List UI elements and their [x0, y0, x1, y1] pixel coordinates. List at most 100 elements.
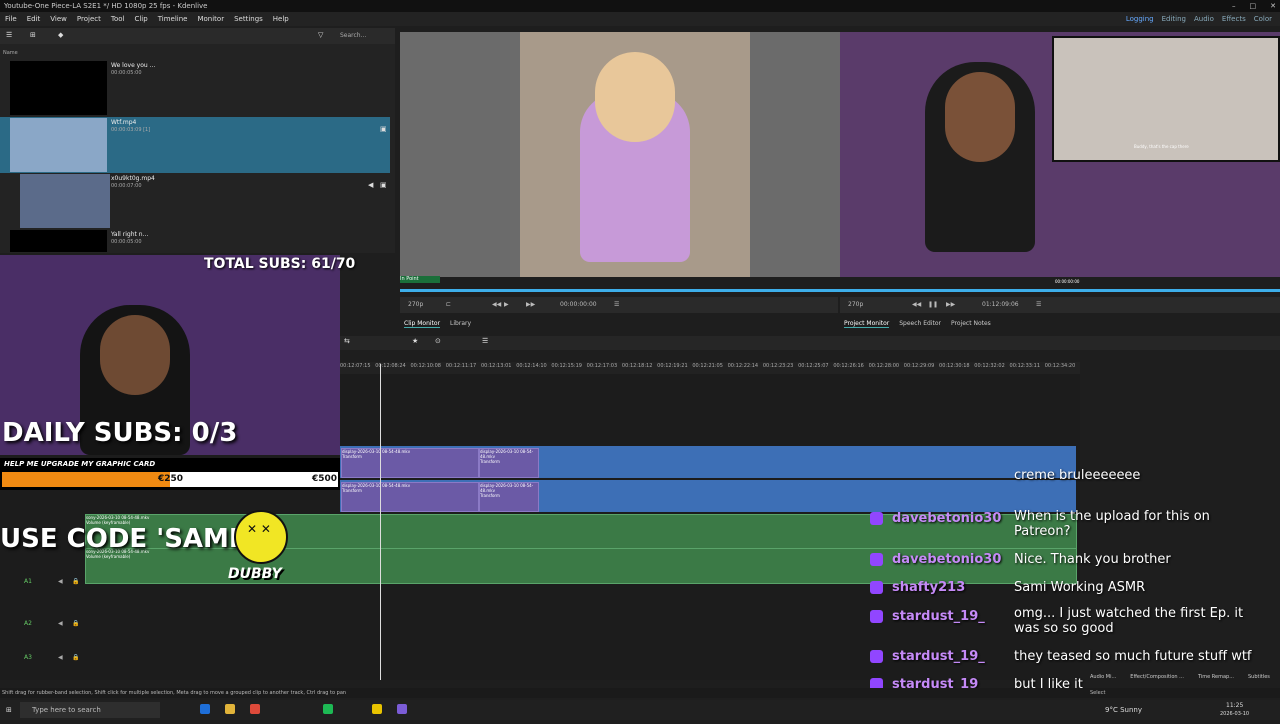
forward-icon[interactable]: ▶▶	[526, 297, 535, 313]
bin-search-input[interactable]: Search...	[340, 32, 366, 39]
bin-clip[interactable]: We love you ... 00:00:05:00	[0, 60, 390, 116]
track-label: A2	[24, 620, 32, 627]
add-clip-icon[interactable]: ⊞	[30, 31, 36, 39]
clip-name: We love you ...	[111, 62, 156, 69]
lock-icon[interactable]: 🔒	[72, 578, 79, 585]
ruler-tick-label: 00:12:07:15	[340, 363, 371, 369]
kdenlive-icon[interactable]	[397, 704, 407, 714]
tab-effect-composition[interactable]: Effect/Composition ...	[1130, 674, 1184, 680]
start-icon[interactable]: ⊞	[6, 700, 12, 720]
tab-speech-editor[interactable]: Speech Editor	[899, 320, 941, 328]
video-clip[interactable]: display-2026-03-10 08-54-48.mkv Transform	[479, 482, 539, 512]
chrome-icon[interactable]	[250, 704, 260, 714]
chat-username: davebetonio30	[892, 511, 1002, 526]
lock-icon[interactable]: 🔒	[72, 654, 79, 661]
menu-monitor[interactable]: Monitor	[192, 12, 229, 26]
tab-project-notes[interactable]: Project Notes	[951, 320, 991, 328]
workspace-editing[interactable]: Editing	[1160, 12, 1188, 26]
bin-clip[interactable]: Yall right n... 00:00:05:00	[0, 229, 390, 252]
project-timecode[interactable]: 01:12:09:06	[982, 297, 1019, 313]
menu-icon[interactable]: ☰	[6, 31, 12, 39]
menu-bar: File Edit View Project Tool Clip Timelin…	[0, 12, 1280, 26]
menu-file[interactable]: File	[0, 12, 22, 26]
video-clip[interactable]: display-2026-03-10 08-54-48.mkv Transform	[341, 448, 479, 478]
rewind-icon[interactable]: ◀◀	[912, 297, 921, 313]
split-icon[interactable]: ⇆	[344, 337, 350, 345]
bin-clip[interactable]: x0u9kt0g.mp4 00:00:07:00 ◀ ▣	[0, 173, 390, 229]
taskbar-search[interactable]: Type here to search	[20, 702, 160, 718]
menu-clip[interactable]: Clip	[129, 12, 152, 26]
video-clip[interactable]: display-2026-03-10 08-54-48.mkv Transform	[479, 448, 539, 478]
effect-label: Transform	[480, 493, 500, 498]
rewind-icon[interactable]: ◀◀	[492, 297, 501, 313]
menu-icon[interactable]: ☰	[482, 337, 488, 345]
menu-tool[interactable]: Tool	[106, 12, 130, 26]
playhead[interactable]	[380, 364, 381, 680]
snap-icon[interactable]: ⊙	[435, 337, 441, 345]
tab-audio-mixer[interactable]: Audio Mi...	[1090, 674, 1116, 680]
minimize-icon[interactable]: –	[1232, 0, 1236, 12]
clip-timecode[interactable]: 00:00:00:00	[560, 297, 597, 313]
tab-subtitles[interactable]: Subtitles	[1248, 674, 1270, 680]
project-monitor-video[interactable]: Buddy, that's the cap there	[840, 32, 1280, 277]
ruler-tick-label: 00:12:23:23	[762, 363, 794, 369]
select-tool[interactable]: Select	[1090, 688, 1105, 698]
filter-icon[interactable]: ▽	[318, 31, 323, 39]
menu-edit[interactable]: Edit	[22, 12, 46, 26]
tab-time-remap[interactable]: Time Remap...	[1198, 674, 1234, 680]
clip-zoom-select[interactable]: 270p	[408, 297, 423, 313]
ruler-tick-label: 00:12:26:16	[833, 363, 864, 369]
project-monitor-seekbar[interactable]	[840, 289, 1280, 292]
tab-project-monitor[interactable]: Project Monitor	[844, 320, 890, 328]
clip-monitor-video[interactable]	[400, 32, 840, 277]
tab-clip-monitor[interactable]: Clip Monitor	[404, 320, 441, 328]
clip-monitor-seekbar[interactable]	[400, 289, 840, 292]
mute-icon[interactable]: ◀	[58, 620, 63, 627]
overlay-video: Buddy, that's the cap there	[1052, 36, 1280, 162]
set-in-icon[interactable]: ⊏	[446, 297, 451, 313]
workspace-logging[interactable]: Logging	[1124, 12, 1156, 26]
pause-icon[interactable]: ❚❚	[928, 297, 938, 313]
edge-icon[interactable]	[200, 704, 210, 714]
clip-thumbnail	[20, 174, 110, 228]
play-icon[interactable]: ▶	[504, 297, 509, 313]
workspace-switcher: Logging Editing Audio Effects Color	[1124, 12, 1274, 26]
app-icon[interactable]	[372, 704, 382, 714]
menu-timeline[interactable]: Timeline	[153, 12, 193, 26]
bin-column-name[interactable]: Name	[3, 50, 18, 56]
weather-status[interactable]: 9°C Sunny	[1105, 700, 1142, 720]
timeline-ruler[interactable]: 00:12:07:15 00:12:08:24 00:12:10:08 00:12:1…	[340, 362, 1080, 374]
chat-username: stardust_19_	[892, 609, 985, 624]
forward-icon[interactable]: ▶▶	[946, 297, 955, 313]
tab-library[interactable]: Library	[450, 320, 471, 328]
favorite-icon[interactable]: ★	[412, 337, 418, 345]
menu-help[interactable]: Help	[268, 12, 294, 26]
workspace-effects[interactable]: Effects	[1220, 12, 1248, 26]
clock-date[interactable]: 2026-03-10	[1220, 704, 1249, 724]
close-icon[interactable]: ✕	[1270, 0, 1276, 12]
tag-icon[interactable]: ◆	[58, 31, 63, 39]
clip-label: display-2026-03-10 08-54-48.mkv	[480, 449, 534, 459]
mute-icon[interactable]: ◀	[58, 578, 63, 585]
menu-icon[interactable]: ☰	[614, 297, 619, 313]
project-monitor-tabs: Project Monitor Speech Editor Project No…	[844, 320, 991, 328]
workspace-color[interactable]: Color	[1252, 12, 1274, 26]
chat-username: shafty213	[892, 580, 966, 595]
workspace-audio[interactable]: Audio	[1192, 12, 1216, 26]
mute-icon[interactable]: ◀	[58, 654, 63, 661]
lock-icon[interactable]: 🔒	[72, 620, 79, 627]
clip-label: display-2026-03-10 08-54-48.mkv	[480, 483, 534, 493]
video-clip[interactable]: display-2026-03-10 08-54-48.mkv Transform	[341, 482, 479, 512]
menu-view[interactable]: View	[45, 12, 72, 26]
effect-label: Transform	[480, 459, 500, 464]
spotify-icon[interactable]	[323, 704, 333, 714]
bin-clip-selected[interactable]: Wtf.mp4 00:00:03:09 [1] ▣	[0, 117, 390, 173]
clip-duration: 00:00:05:00	[111, 70, 142, 76]
project-zoom-select[interactable]: 270p	[848, 297, 863, 313]
maximize-icon[interactable]: □	[1250, 0, 1257, 12]
folder-icon[interactable]	[225, 704, 235, 714]
menu-project[interactable]: Project	[72, 12, 106, 26]
menu-settings[interactable]: Settings	[229, 12, 268, 26]
menu-icon[interactable]: ☰	[1036, 297, 1041, 313]
chat-message: omg... I just watched the first Ep. it w…	[1014, 606, 1244, 636]
